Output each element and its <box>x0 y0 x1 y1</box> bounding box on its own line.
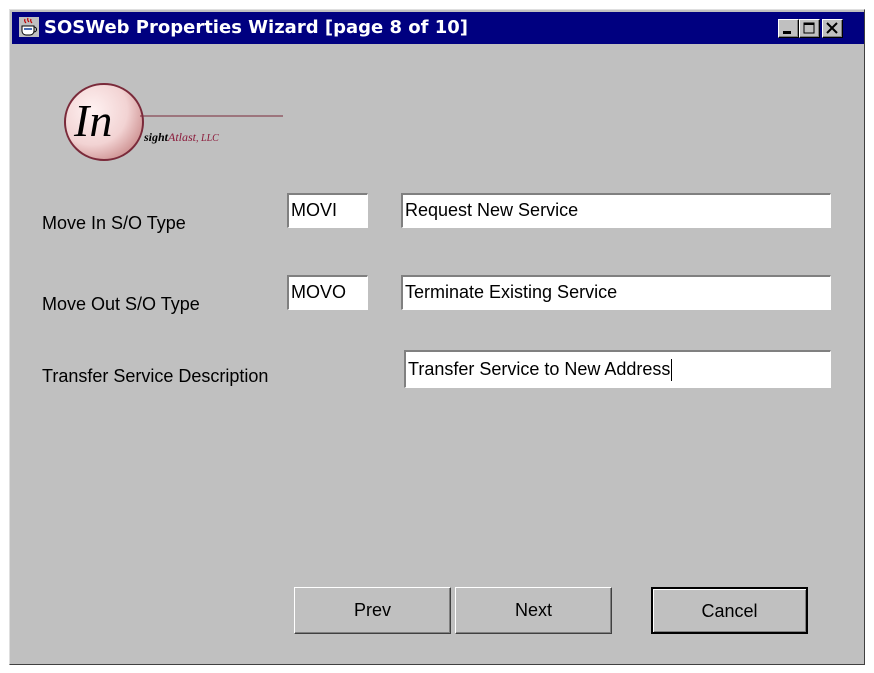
close-button[interactable] <box>822 19 843 38</box>
cancel-button[interactable]: Cancel <box>651 587 808 634</box>
text-caret <box>671 359 673 382</box>
move-out-description-field[interactable]: Terminate Existing Service <box>401 275 831 310</box>
maximize-icon <box>803 22 815 34</box>
window-title: SOSWeb Properties Wizard [page 8 of 10] <box>44 17 468 38</box>
logo-tail-text: sight <box>143 130 169 144</box>
transfer-description-field[interactable]: Transfer Service to New Address <box>404 350 831 388</box>
prev-button[interactable]: Prev <box>294 587 451 634</box>
transfer-label: Transfer Service Description <box>42 366 269 386</box>
close-icon <box>826 22 838 34</box>
maximize-button[interactable] <box>799 19 820 38</box>
next-button[interactable]: Next <box>455 587 612 634</box>
move-out-code-field[interactable]: MOVO <box>287 275 368 310</box>
move-in-label: Move In S/O Type <box>42 213 186 233</box>
title-bar[interactable]: SOSWeb Properties Wizard [page 8 of 10] <box>12 12 864 44</box>
logo-accent-text: Atlast <box>167 130 197 144</box>
move-out-label: Move Out S/O Type <box>42 294 200 314</box>
transfer-description-value: Transfer Service to New Address <box>408 359 671 379</box>
move-in-description-field[interactable]: Request New Service <box>401 193 831 228</box>
java-cup-icon <box>19 17 39 37</box>
wizard-window: SOSWeb Properties Wizard [page 8 of 10] <box>9 9 865 665</box>
logo-suffix-text: , LLC <box>196 133 219 144</box>
logo-initials: In <box>73 95 112 146</box>
minimize-icon <box>783 31 791 34</box>
svg-text:sightAtlast, LLC: sightAtlast, LLC <box>143 130 219 144</box>
move-in-code-field[interactable]: MOVI <box>287 193 368 228</box>
minimize-button[interactable] <box>778 19 799 38</box>
insightatlast-logo: In sightAtlast, LLC <box>64 83 283 161</box>
